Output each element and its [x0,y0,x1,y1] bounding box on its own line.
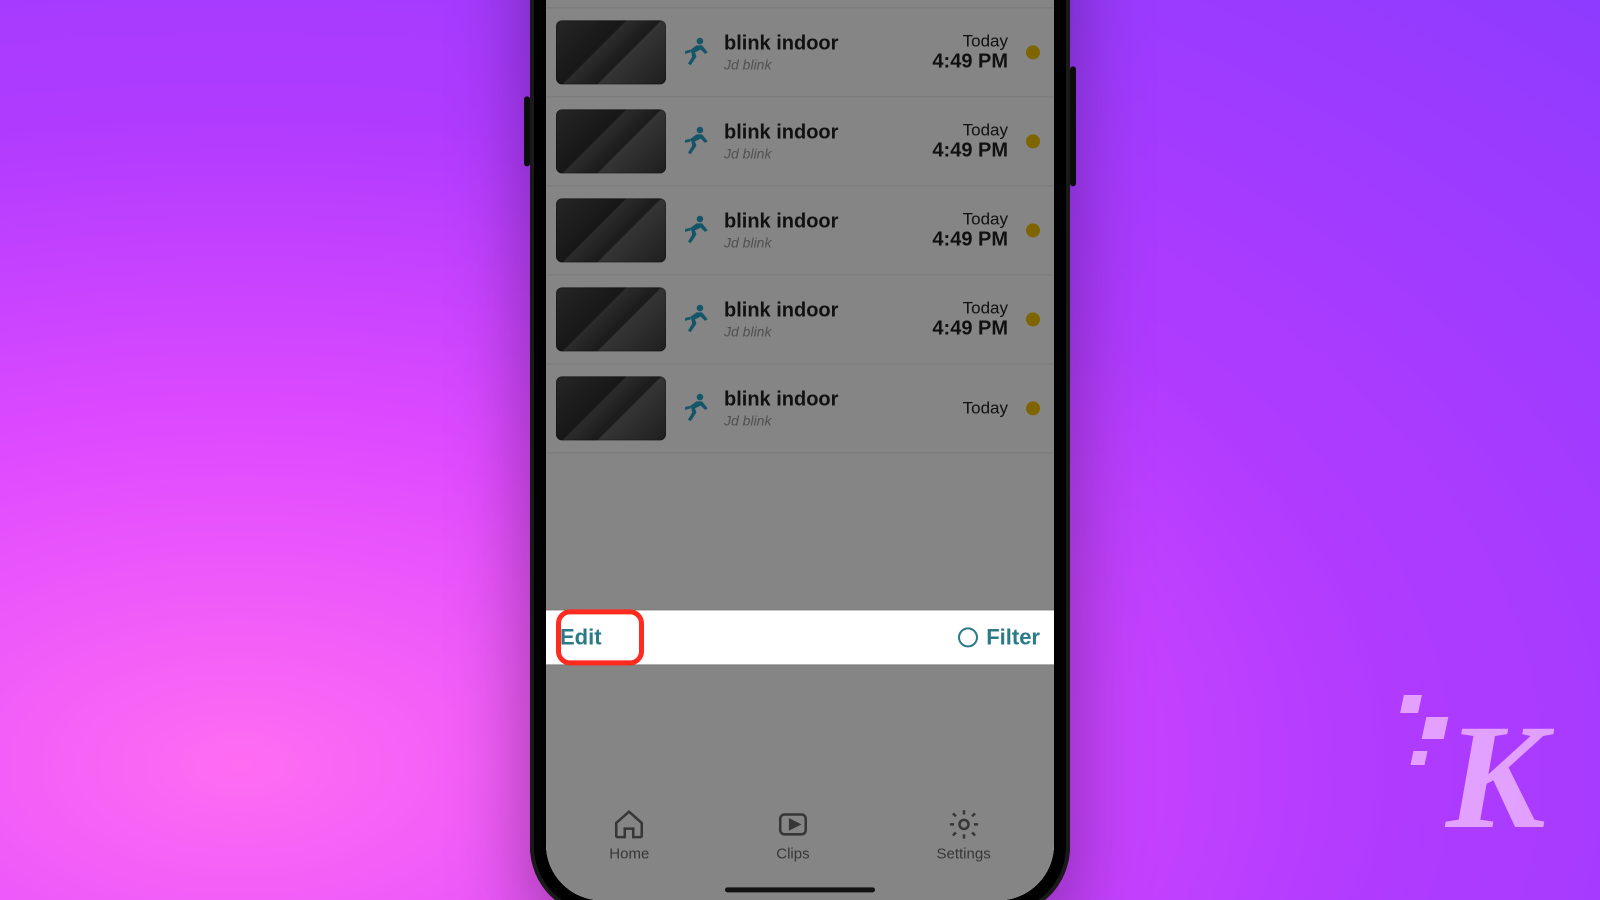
tab-home-label: Home [609,845,649,862]
home-indicator [725,887,875,892]
clip-labels: blink indoor Jd blink [724,32,900,72]
unread-dot [1026,401,1040,415]
clip-row[interactable]: blink indoor Jd blink Today4:49 PM [546,8,1054,97]
phone-frame: blink indoor Jd blink Today blink indoor… [530,0,1070,900]
motion-icon [678,213,712,247]
clip-title: blink indoor [724,299,900,321]
clip-thumbnail [556,198,666,262]
clip-labels: blink indoor Jd blink [724,388,900,428]
tab-settings-label: Settings [937,845,991,862]
tab-home[interactable]: Home [609,807,649,862]
tab-clips[interactable]: Clips [776,807,810,862]
clip-row[interactable]: blink indoor Jd blink Today [546,364,1054,453]
clip-subtitle: Jd blink [724,56,900,72]
clip-row[interactable]: blink indoor Jd blink Today4:49 PM [546,97,1054,186]
clip-labels: blink indoor Jd blink [724,121,900,161]
motion-icon-wrap [678,124,712,158]
unread-dot [1026,223,1040,237]
clip-time: Today4:49 PM [912,120,1008,163]
clip-title: blink indoor [724,121,900,143]
stage: blink indoor Jd blink Today blink indoor… [0,0,1600,900]
clip-labels: blink indoor Jd blink [724,210,900,250]
filter-icon [958,627,978,647]
motion-icon [678,35,712,69]
motion-icon-wrap [678,213,712,247]
phone-screen: blink indoor Jd blink Today blink indoor… [546,0,1054,900]
tab-clips-label: Clips [776,845,809,862]
clip-title: blink indoor [724,388,900,410]
home-icon [612,807,646,841]
clip-labels: blink indoor Jd blink [724,299,900,339]
motion-icon [678,124,712,158]
clip-row[interactable]: blink indoor Jd blink Today4:50 PM [546,0,1054,8]
unread-dot [1026,312,1040,326]
clip-subtitle: Jd blink [724,145,900,161]
clip-thumbnail [556,109,666,173]
clip-time: Today4:49 PM [912,31,1008,74]
clips-icon [776,807,810,841]
tab-settings[interactable]: Settings [937,807,991,862]
filter-label: Filter [986,624,1040,650]
filter-button[interactable]: Filter [958,624,1040,650]
motion-icon-wrap [678,391,712,425]
clip-thumbnail [556,287,666,351]
clip-list[interactable]: blink indoor Jd blink Today blink indoor… [546,0,1054,900]
unread-dot [1026,134,1040,148]
settings-icon [947,807,981,841]
motion-icon [678,302,712,336]
clip-thumbnail [556,376,666,440]
clip-thumbnail [556,20,666,84]
clip-time: Today [912,399,1008,419]
clip-row[interactable]: blink indoor Jd blink Today4:49 PM [546,275,1054,364]
clip-row[interactable]: blink indoor Jd blink Today4:49 PM [546,186,1054,275]
clip-subtitle: Jd blink [724,234,900,250]
tab-bar: Home Clips Settings [546,786,1054,900]
clip-title: blink indoor [724,210,900,232]
clip-subtitle: Jd blink [724,323,900,339]
clip-time: Today4:49 PM [912,298,1008,341]
toolbar: Edit Filter [546,610,1054,664]
motion-icon [678,391,712,425]
motion-icon-wrap [678,302,712,336]
motion-icon-wrap [678,35,712,69]
unread-dot [1026,45,1040,59]
clip-subtitle: Jd blink [724,412,900,428]
edit-button[interactable]: Edit [560,624,602,650]
watermark: K [1446,725,1540,830]
clip-time: Today4:49 PM [912,209,1008,252]
clip-title: blink indoor [724,32,900,54]
